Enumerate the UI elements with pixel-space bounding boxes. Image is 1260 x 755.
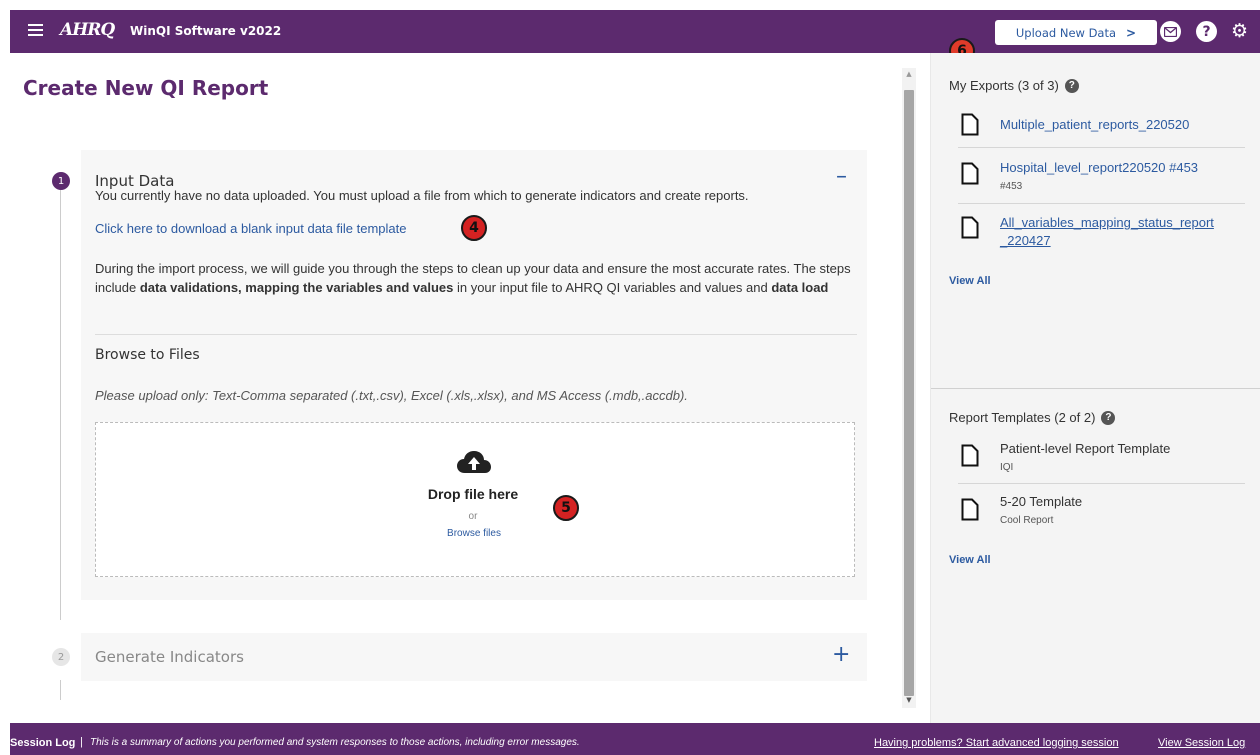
export-link[interactable]: All_variables_mapping_status_report _220…	[1000, 214, 1214, 250]
report-templates-heading: Report Templates (2 of 2) ?	[949, 410, 1116, 425]
exports-view-all-link[interactable]: View All	[949, 275, 991, 287]
browse-files-heading: Browse to Files	[95, 347, 200, 363]
advanced-logging-link[interactable]: Having problems? Start advanced logging …	[874, 737, 1119, 749]
menu-icon[interactable]	[28, 24, 43, 36]
import-bold-part: data load	[771, 280, 829, 295]
help-icon[interactable]: ?	[1196, 21, 1217, 42]
page-title: Create New QI Report	[23, 76, 269, 100]
list-separator	[958, 203, 1245, 204]
scroll-down-icon[interactable]: ▼	[902, 696, 916, 704]
mail-icon[interactable]	[1160, 21, 1181, 42]
no-data-message: You currently have no data uploaded. You…	[95, 188, 749, 203]
step-number-badge: 1	[52, 172, 70, 190]
drop-or-label: or	[468, 511, 478, 522]
export-link[interactable]: Multiple_patient_reports_220520	[1000, 116, 1189, 134]
scroll-thumb[interactable]	[904, 90, 914, 696]
templates-view-all-link[interactable]: View All	[949, 554, 991, 566]
scroll-up-icon[interactable]: ▲	[902, 70, 916, 78]
step-connector-line	[60, 680, 61, 700]
template-sub: Cool Report	[1000, 515, 1054, 526]
callout-5: 5	[553, 495, 579, 521]
export-link-line: All_variables_mapping_status_report	[1000, 215, 1214, 230]
export-link-line: _220427	[1000, 233, 1051, 248]
template-title[interactable]: Patient-level Report Template	[1000, 441, 1170, 456]
session-log-description: This is a summary of actions you perform…	[90, 737, 580, 748]
expand-icon[interactable]: +	[832, 642, 850, 667]
session-log-footer: Session Log | This is a summary of actio…	[10, 723, 1260, 755]
info-icon[interactable]: ?	[1101, 410, 1116, 425]
template-sub: IQI	[1000, 462, 1014, 473]
collapse-icon[interactable]: –	[836, 164, 847, 189]
view-session-log-link[interactable]: View Session Log	[1158, 737, 1245, 749]
document-icon	[961, 498, 979, 521]
cloud-upload-icon	[457, 451, 491, 473]
report-templates-title: Report Templates (2 of 2)	[949, 410, 1096, 425]
document-icon	[961, 216, 979, 239]
document-icon	[961, 162, 979, 185]
download-template-link[interactable]: Click here to download a blank input dat…	[95, 221, 406, 236]
footer-separator: |	[80, 736, 83, 748]
drop-file-label: Drop file here	[427, 486, 519, 502]
my-exports-heading: My Exports (3 of 3) ?	[949, 78, 1079, 93]
browse-files-link[interactable]: Browse files	[0, 528, 948, 539]
section-divider	[95, 334, 857, 335]
generate-indicators-title[interactable]: Generate Indicators	[95, 648, 244, 666]
upload-button-label: Upload New Data	[1015, 25, 1117, 40]
import-bold-part: data validations, mapping the variables …	[139, 280, 454, 295]
list-separator	[958, 147, 1245, 148]
session-log-label: Session Log	[10, 737, 76, 749]
app-title: WinQI Software v2022	[130, 24, 282, 38]
gear-icon[interactable]: ⚙	[1229, 20, 1250, 42]
chevron-right-icon: >	[1126, 25, 1137, 40]
document-icon	[961, 113, 979, 136]
document-icon	[961, 444, 979, 467]
main-scrollbar[interactable]: ▲ ▼	[902, 68, 916, 708]
file-type-hint: Please upload only: Text-Comma separated…	[95, 388, 688, 403]
import-text-part: in your input file to AHRQ QI variables …	[453, 280, 772, 295]
list-separator	[958, 483, 1245, 484]
sidebar-divider	[931, 388, 1260, 389]
step-connector-line	[60, 190, 61, 620]
info-icon[interactable]: ?	[1064, 78, 1079, 93]
export-sub: #453	[1000, 181, 1023, 192]
step-number-badge: 2	[52, 648, 70, 666]
callout-4: 4	[461, 215, 487, 241]
template-title[interactable]: 5-20 Template	[1000, 494, 1082, 509]
import-process-description: During the import process, we will guide…	[95, 259, 855, 297]
upload-new-data-button[interactable]: Upload New Data >	[995, 20, 1157, 45]
my-exports-title: My Exports (3 of 3)	[949, 78, 1059, 93]
export-link[interactable]: Hospital_level_report220520 #453	[1000, 159, 1198, 177]
ahrq-logo: AHRQ	[60, 20, 115, 40]
